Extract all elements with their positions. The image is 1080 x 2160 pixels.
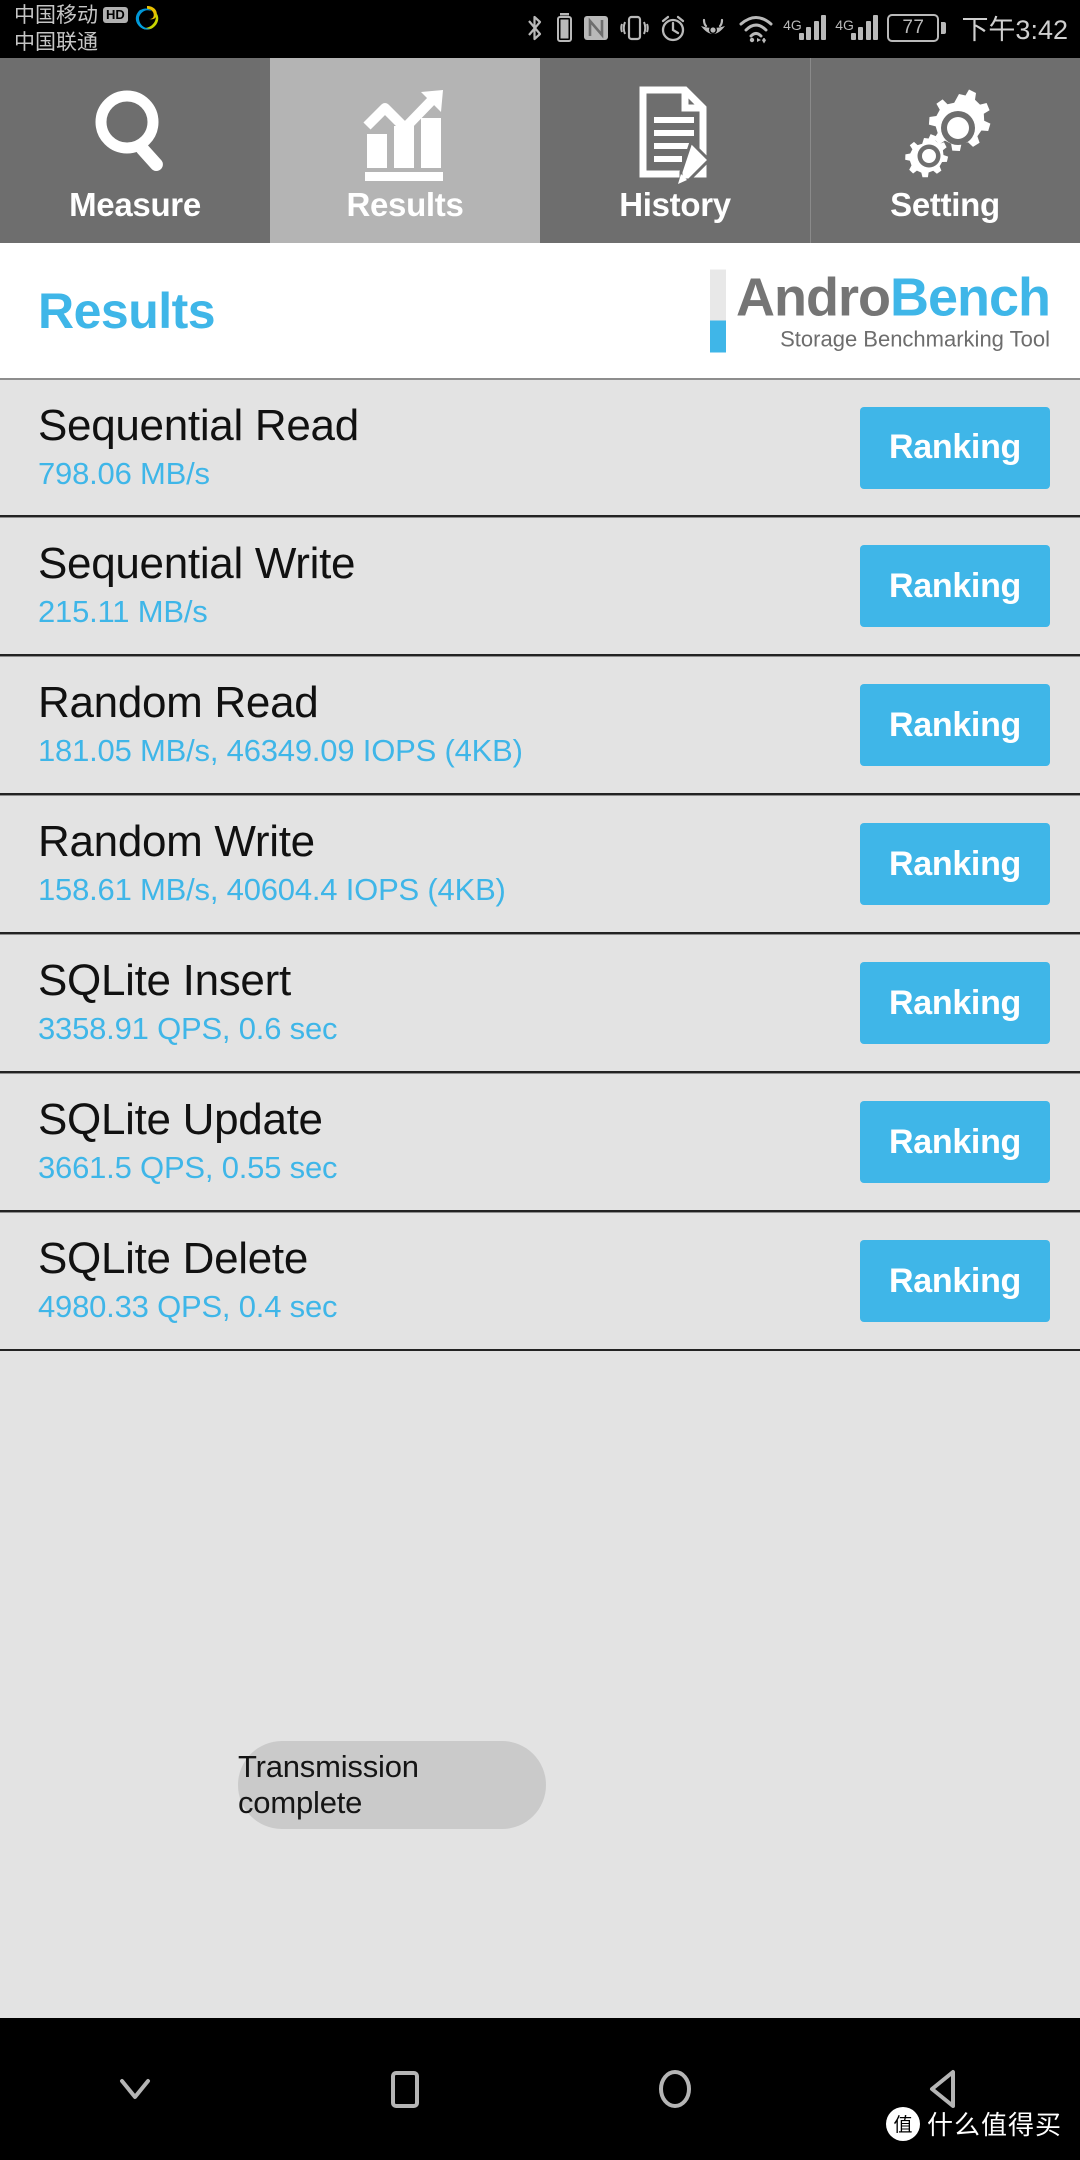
result-title: SQLite Delete <box>38 1234 309 1283</box>
carrier-secondary-label: 中国联通 <box>14 31 98 54</box>
tab-history-label: History <box>619 186 731 223</box>
nfc-icon <box>584 15 609 40</box>
page-title: Results <box>38 282 216 339</box>
ranking-button[interactable]: Ranking <box>860 962 1050 1044</box>
battery-icon: 77 <box>887 13 947 42</box>
row-text-block: Random Write 158.61 MB/s, 40604.4 IOPS (… <box>0 817 506 911</box>
result-title: Random Write <box>38 817 315 866</box>
home-circle-icon[interactable] <box>540 2059 810 2119</box>
status-bar: 中国移动 HD 中国联通 4G 4G 77 下午3:42 <box>0 0 1080 58</box>
alarm-icon <box>661 15 685 41</box>
signal-4g-sim1-icon: 4G <box>783 15 827 40</box>
row-text-block: SQLite Insert 3358.91 QPS, 0.6 sec <box>0 956 338 1050</box>
result-value: 215.11 MB/s <box>38 594 208 629</box>
androbench-logo: AndroBench Storage Benchmarking Tool <box>709 267 1051 352</box>
result-value: 181.05 MB/s, 46349.09 IOPS (4KB) <box>38 733 523 768</box>
status-bar-clock: 下午3:42 <box>961 15 1068 45</box>
carrier-primary-row: 中国移动 HD <box>14 2 128 29</box>
carrier-labels: 中国移动 HD 中国联通 <box>14 2 128 56</box>
results-list: Sequential Read 798.06 MB/s Ranking Sequ… <box>0 378 1080 1351</box>
result-value: 158.61 MB/s, 40604.4 IOPS (4KB) <box>38 872 506 907</box>
result-title: Random Read <box>38 678 319 727</box>
hd-badge: HD <box>103 6 128 23</box>
status-bar-icons: 4G 4G 77 下午3:42 <box>523 0 1080 47</box>
signal-4g-sim2-icon: 4G <box>835 15 879 40</box>
tab-setting[interactable]: Setting <box>810 58 1080 243</box>
row-text-block: SQLite Update 3661.5 QPS, 0.55 sec <box>0 1095 338 1189</box>
ranking-button[interactable]: Ranking <box>860 823 1050 905</box>
table-row[interactable]: SQLite Delete 4980.33 QPS, 0.4 sec Ranki… <box>0 1212 1080 1351</box>
recents-square-icon[interactable] <box>270 2059 540 2119</box>
signal-4g-sim1-label: 4G <box>783 17 802 33</box>
result-value: 3358.91 QPS, 0.6 sec <box>38 1011 338 1046</box>
ranking-button[interactable]: Ranking <box>860 545 1050 627</box>
system-nav-bar: 值 什么值得买 <box>0 2018 1080 2160</box>
signal-4g-sim2-label: 4G <box>835 17 854 33</box>
bar-chart-arrow-icon <box>353 80 457 184</box>
carrier-secondary-row: 中国联通 <box>14 29 128 56</box>
result-value: 798.06 MB/s <box>38 455 210 491</box>
result-title: SQLite Update <box>38 1095 323 1144</box>
toast-text: Transmission complete <box>238 1749 419 1820</box>
tab-results[interactable]: Results <box>270 58 540 243</box>
table-row[interactable]: Sequential Read 798.06 MB/s Ranking <box>0 378 1080 517</box>
document-pencil-icon <box>623 80 727 184</box>
tab-measure-label: Measure <box>69 186 201 223</box>
result-title: SQLite Insert <box>38 956 291 1005</box>
signal-bars-sim1 <box>798 15 827 40</box>
logo-text: AndroBench Storage Benchmarking Tool <box>735 267 1051 352</box>
table-row[interactable]: Random Write 158.61 MB/s, 40604.4 IOPS (… <box>0 795 1080 934</box>
bluetooth-icon <box>528 15 542 40</box>
result-title: Sequential Read <box>38 400 359 450</box>
result-title: Sequential Write <box>38 539 356 588</box>
chevron-down-icon[interactable] <box>0 2059 270 2119</box>
row-text-block: Sequential Write 215.11 MB/s <box>0 539 356 633</box>
tab-setting-label: Setting <box>890 186 1000 223</box>
ranking-button[interactable]: Ranking <box>860 406 1050 489</box>
table-row[interactable]: Sequential Write 215.11 MB/s Ranking <box>0 517 1080 656</box>
row-text-block: SQLite Delete 4980.33 QPS, 0.4 sec <box>0 1234 338 1328</box>
row-text-block: Sequential Read 798.06 MB/s <box>0 401 359 495</box>
eye-care-icon <box>701 18 726 34</box>
tab-history[interactable]: History <box>540 58 810 243</box>
ranking-button[interactable]: Ranking <box>860 1240 1050 1322</box>
table-row[interactable]: SQLite Insert 3358.91 QPS, 0.6 sec Ranki… <box>0 934 1080 1073</box>
battery-percent-label: 77 <box>902 16 925 38</box>
row-text-block: Random Read 181.05 MB/s, 46349.09 IOPS (… <box>0 678 523 772</box>
vibrate-icon <box>620 15 649 40</box>
logo-accent-bar <box>709 269 726 352</box>
sina-weibo-icon <box>135 6 159 30</box>
watermark: 值 什么值得买 <box>885 2105 1062 2142</box>
logo-andro-text: Andro <box>735 267 891 327</box>
table-row[interactable]: SQLite Update 3661.5 QPS, 0.55 sec Ranki… <box>0 1073 1080 1212</box>
tab-measure[interactable]: Measure <box>0 58 270 243</box>
table-row[interactable]: Random Read 181.05 MB/s, 46349.09 IOPS (… <box>0 656 1080 795</box>
status-bar-left: 中国移动 HD 中国联通 <box>0 0 162 56</box>
wifi-icon <box>739 15 773 44</box>
tab-results-label: Results <box>346 186 464 223</box>
toast-message: Transmission complete <box>238 1741 546 1829</box>
result-value: 3661.5 QPS, 0.55 sec <box>38 1150 338 1185</box>
signal-bars-sim2 <box>850 15 879 40</box>
gears-icon <box>893 80 997 184</box>
phone-screen: 中国移动 HD 中国联通 4G 4G 77 下午3:42 Measure Res… <box>0 0 1080 2160</box>
watermark-logo-icon: 值 <box>885 2106 920 2141</box>
magnifier-icon <box>83 80 187 184</box>
ranking-button[interactable]: Ranking <box>860 684 1050 766</box>
bluetooth-battery-icon <box>557 12 573 42</box>
watermark-text: 什么值得买 <box>926 2111 1062 2141</box>
carrier-primary-label: 中国移动 <box>14 4 98 27</box>
logo-bench-text: Bench <box>889 267 1051 327</box>
app-header: Results AndroBench Storage Benchmarking … <box>0 243 1080 378</box>
ranking-button[interactable]: Ranking <box>860 1101 1050 1183</box>
tab-bar: Measure Results History Setting <box>0 58 1080 243</box>
logo-tagline: Storage Benchmarking Tool <box>780 326 1050 351</box>
result-value: 4980.33 QPS, 0.4 sec <box>38 1289 338 1324</box>
